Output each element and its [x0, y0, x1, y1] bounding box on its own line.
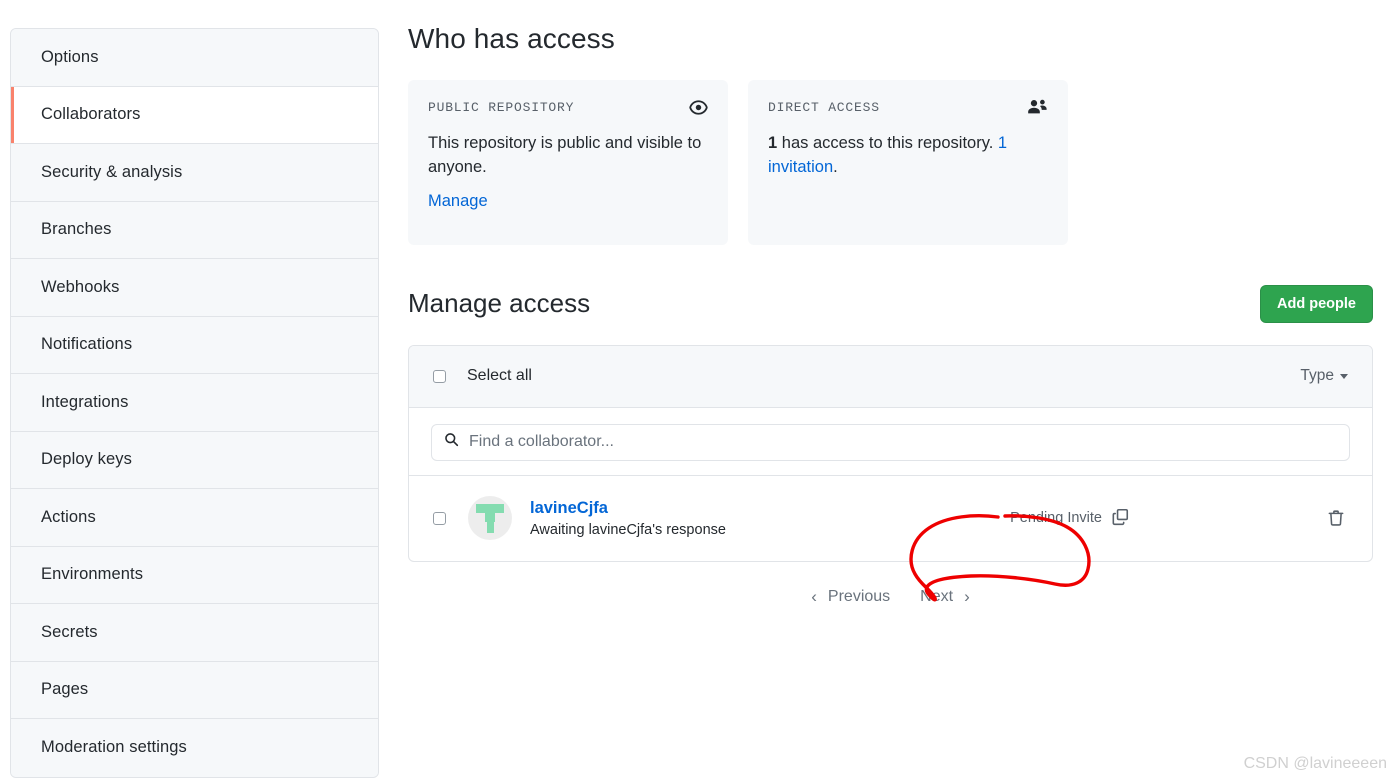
sidebar-item-actions[interactable]: Actions: [11, 489, 378, 547]
manage-access-header: Manage access Add people: [408, 284, 1373, 323]
direct-access-label: DIRECT ACCESS: [768, 99, 880, 115]
eye-icon: [689, 98, 708, 117]
collaborator-info: lavineCjfa Awaiting lavineCjfa's respons…: [530, 498, 726, 539]
direct-access-description: 1 has access to this repository. 1 invit…: [768, 131, 1048, 181]
sidebar-item-label: Pages: [41, 680, 89, 699]
manage-access-title: Manage access: [408, 288, 591, 319]
chevron-right-icon: ›: [964, 587, 970, 607]
main-content: Who has access PUBLIC REPOSITORY This re…: [408, 22, 1373, 606]
sidebar-item-environments[interactable]: Environments: [11, 546, 378, 604]
collaborator-username-link[interactable]: lavineCjfa: [530, 498, 726, 518]
collaborators-panel-header: Select all Type: [409, 345, 1372, 408]
collaborator-row: lavineCjfa Awaiting lavineCjfa's respons…: [409, 474, 1372, 561]
search-input[interactable]: [459, 432, 1349, 453]
sidebar-item-pages[interactable]: Pages: [11, 661, 378, 719]
previous-label: Previous: [827, 587, 891, 605]
manage-visibility-link[interactable]: Manage: [428, 192, 488, 211]
search-icon: [444, 432, 459, 452]
sidebar-item-label: Secrets: [41, 622, 98, 641]
search-row: [409, 407, 1372, 475]
copy-icon[interactable]: [1111, 507, 1130, 530]
invitation-link[interactable]: invitation: [768, 158, 833, 176]
previous-page-button[interactable]: ‹ Previous: [811, 588, 890, 606]
sidebar-item-label: Security & analysis: [41, 162, 183, 181]
sidebar-item-label: Actions: [41, 507, 96, 526]
sidebar-item-integrations[interactable]: Integrations: [11, 374, 378, 432]
remove-collaborator-button[interactable]: [1326, 508, 1346, 528]
sidebar-item-options[interactable]: Options: [11, 29, 378, 87]
access-summary-cards: PUBLIC REPOSITORY This repository is pub…: [408, 79, 1373, 245]
add-people-button[interactable]: Add people: [1260, 284, 1373, 323]
period: .: [833, 158, 838, 177]
chevron-down-icon: [1340, 373, 1348, 379]
sidebar-item-moderation-settings[interactable]: Moderation settings: [11, 719, 378, 777]
sidebar-item-label: Environments: [41, 565, 144, 584]
type-filter-dropdown[interactable]: Type: [1300, 367, 1348, 385]
page-title: Who has access: [408, 23, 615, 54]
sidebar-item-label: Options: [41, 47, 99, 66]
sidebar-item-collaborators[interactable]: Collaborators: [11, 86, 378, 144]
collaborator-status-text: Awaiting lavineCjfa's response: [530, 521, 726, 538]
sidebar-item-label: Deploy keys: [41, 450, 132, 469]
pending-invite-status[interactable]: Pending Invite: [1010, 507, 1130, 530]
row-checkbox[interactable]: [433, 511, 446, 525]
sidebar-item-deploy-keys[interactable]: Deploy keys: [11, 431, 378, 489]
settings-sidebar: Options Collaborators Security & analysi…: [10, 28, 379, 778]
sidebar-item-label: Integrations: [41, 392, 129, 411]
sidebar-item-notifications[interactable]: Notifications: [11, 316, 378, 374]
type-filter-label: Type: [1300, 367, 1334, 385]
sidebar-item-secrets[interactable]: Secrets: [11, 604, 378, 662]
direct-access-card: DIRECT ACCESS 1 has access to this repos…: [748, 79, 1068, 245]
card-header: DIRECT ACCESS: [768, 98, 1048, 117]
access-text: has access to this repository.: [777, 133, 998, 152]
next-page-button[interactable]: Next ›: [920, 588, 970, 606]
public-repository-card: PUBLIC REPOSITORY This repository is pub…: [408, 79, 728, 245]
sidebar-item-branches[interactable]: Branches: [11, 201, 378, 259]
sidebar-item-label: Branches: [41, 220, 112, 239]
pending-invite-label: Pending Invite: [1010, 510, 1102, 527]
collaborators-panel: Select all Type Find a collaborator... l…: [408, 344, 1373, 562]
sidebar-item-security-and-analysis[interactable]: Security & analysis: [11, 144, 378, 202]
avatar: [468, 496, 512, 541]
invitation-count-link[interactable]: 1: [998, 134, 1007, 152]
select-all-checkbox[interactable]: [433, 369, 446, 383]
public-repository-label: PUBLIC REPOSITORY: [428, 99, 575, 115]
pagination: ‹ Previous Next ›: [408, 588, 1373, 606]
sidebar-item-label: Notifications: [41, 335, 133, 354]
sidebar-item-label: Webhooks: [41, 277, 120, 296]
select-all-label: Select all: [467, 367, 532, 385]
access-count: 1: [768, 133, 778, 152]
people-icon: [1027, 98, 1048, 117]
page-root: Options Collaborators Security & analysi…: [0, 0, 1399, 779]
next-label: Next: [920, 587, 954, 605]
sidebar-item-webhooks[interactable]: Webhooks: [11, 259, 378, 317]
chevron-left-icon: ‹: [811, 587, 817, 607]
card-header: PUBLIC REPOSITORY: [428, 98, 708, 117]
sidebar-item-label: Collaborators: [41, 105, 141, 124]
public-repository-description: This repository is public and visible to…: [428, 133, 702, 177]
sidebar-item-label: Moderation settings: [41, 738, 187, 757]
search-field[interactable]: [431, 423, 1350, 461]
watermark: CSDN @lavineeeen: [1243, 755, 1387, 772]
